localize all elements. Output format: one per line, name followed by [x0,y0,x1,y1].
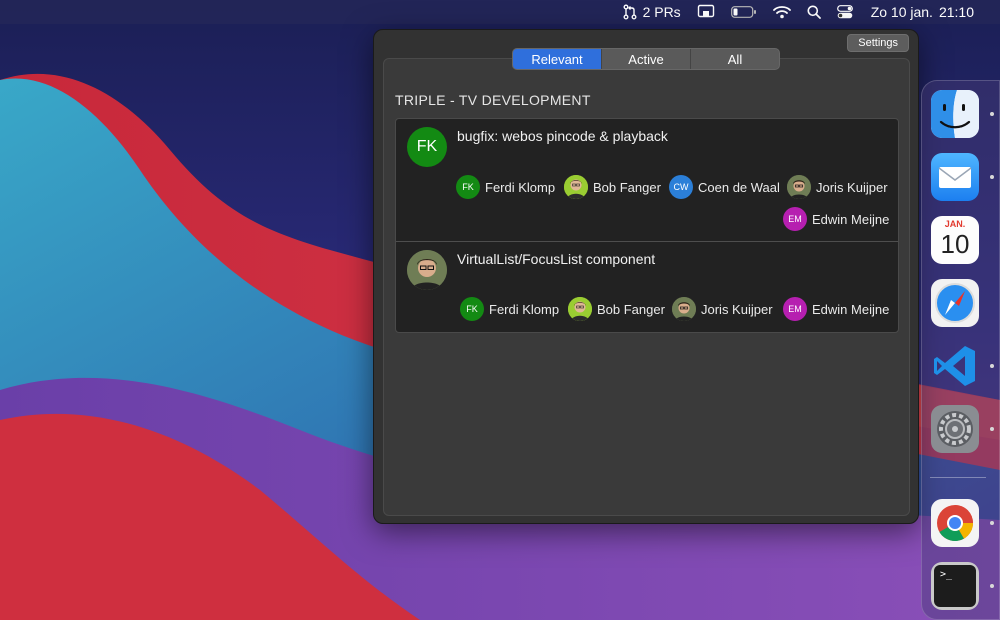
tab-relevant[interactable]: Relevant [513,49,601,69]
mail-icon[interactable] [931,153,979,201]
reviewer-photo-avatar [568,297,592,321]
content-frame: TRIPLE - TV DEVELOPMENT FK bugfix: webos… [383,58,910,516]
pr-title: VirtualList/FocusList component [457,251,656,267]
wifi-icon [772,5,791,19]
author-initials: FK [416,138,438,155]
running-indicator [990,364,994,368]
tab-all[interactable]: All [690,49,779,69]
reviewer: Bob Fanger [564,175,661,199]
terminal-prompt: >_ [940,569,953,580]
reviewer: Joris Kuijper [672,297,773,321]
pull-request-icon [622,4,638,20]
reviewer-initials: EM [788,304,802,314]
calendar-icon[interactable]: JAN. 10 [931,216,979,264]
pr-item[interactable]: VirtualList/FocusList component FK Ferdi… [396,241,898,332]
clock[interactable]: Zo 10 jan. 21:10 [861,0,982,24]
settings-button[interactable]: Settings [847,34,909,52]
running-indicator [990,521,994,525]
filter-segmented-control: Relevant Active All [512,48,780,70]
control-center-menu[interactable] [829,0,861,24]
tab-active[interactable]: Active [601,49,690,69]
reviewer-name: Ferdi Klomp [485,179,556,195]
finder-icon[interactable] [931,90,979,138]
author-avatar: FK [407,127,447,167]
pr-list: FK bugfix: webos pincode & playback FK F… [395,118,899,333]
terminal-icon[interactable]: >_ [931,562,979,610]
reviewer-name: Bob Fanger [593,179,661,195]
clock-day: Zo 10 jan. [870,4,933,20]
reviewer-photo-avatar [564,175,588,199]
reviewer: FK Ferdi Klomp [460,297,559,321]
battery-icon [730,6,757,18]
reviewer-photo-avatar [787,175,811,199]
calendar-day: 10 [940,229,970,259]
reviewer-name: Ferdi Klomp [489,301,560,317]
screen-share-icon [697,4,715,20]
pr-popover-window: Settings TRIPLE - TV DEVELOPMENT FK bugf… [373,29,919,524]
reviewer: EM Edwin Meijne [783,207,889,231]
reviewer-name: Bob Fanger [597,301,665,317]
calendar-month: JAN. [944,219,966,229]
reviewer-name: Joris Kuijper [701,301,773,317]
author-photo-avatar [407,250,447,290]
reviewer-initials: FK [466,304,478,314]
reviewer-avatar: EM [783,297,807,321]
chrome-icon[interactable] [931,499,979,547]
battery-menu[interactable] [723,0,765,24]
running-indicator [990,584,994,588]
reviewer-name: Coen de Waal [698,179,780,195]
vscode-icon[interactable] [931,342,979,390]
reviewer-initials: FK [462,182,474,192]
pr-status-menu[interactable]: 2 PRs [614,0,689,24]
reviewer: FK Ferdi Klomp [456,175,555,199]
pr-title: bugfix: webos pincode & playback [457,128,668,144]
reviewer-avatar: FK [460,297,484,321]
reviewer: EM Edwin Meijne [783,297,889,321]
reviewer-name: Joris Kuijper [816,179,888,195]
running-indicator [990,427,994,431]
search-icon [807,5,821,19]
reviewer: CW Coen de Waal [669,175,780,199]
spotlight-menu[interactable] [799,0,829,24]
pr-item[interactable]: FK bugfix: webos pincode & playback FK F… [396,119,898,241]
pr-count-label: 2 PRs [642,4,681,20]
reviewer-avatar: CW [669,175,693,199]
group-title: TRIPLE - TV DEVELOPMENT [395,92,591,108]
menu-bar: 2 PRs Zo 10 jan. 21:10 [0,0,1000,24]
reviewer-initials: EM [788,214,802,224]
safari-icon[interactable] [931,279,979,327]
reviewer-avatar: EM [783,207,807,231]
clock-time: 21:10 [938,4,974,20]
running-indicator [990,175,994,179]
reviewer-initials: CW [673,182,689,192]
screen-share-menu[interactable] [689,0,723,24]
reviewer-name: Edwin Meijne [812,211,890,227]
dock: JAN. 10 >_ [921,80,1000,620]
dock-separator [930,477,986,478]
reviewer-avatar: FK [456,175,480,199]
running-indicator [990,112,994,116]
system-preferences-icon[interactable] [931,405,979,453]
reviewer-photo-avatar [672,297,696,321]
control-center-icon [836,5,853,19]
reviewer: Joris Kuijper [787,175,888,199]
reviewer-name: Edwin Meijne [812,301,890,317]
wifi-menu[interactable] [765,0,799,24]
reviewer: Bob Fanger [568,297,665,321]
